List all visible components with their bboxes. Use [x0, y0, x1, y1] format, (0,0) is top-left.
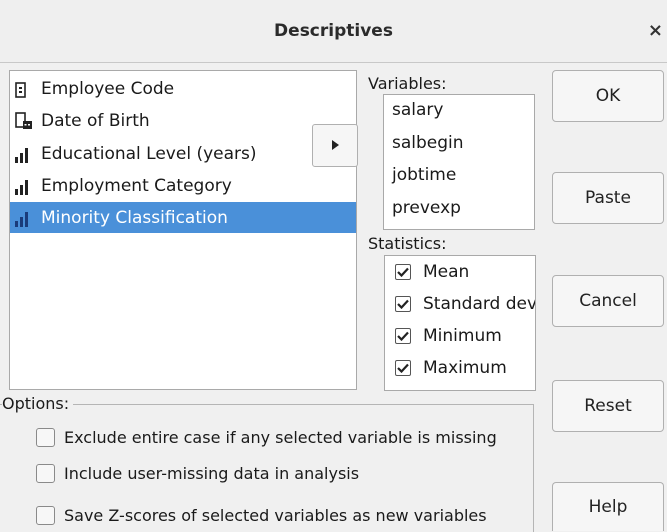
- statistics-label: Statistics:: [368, 234, 447, 253]
- help-button[interactable]: Help: [552, 482, 664, 531]
- statistic-label: Standard dev: [423, 294, 536, 314]
- statistic-label: Minimum: [423, 326, 502, 346]
- checkbox-icon[interactable]: [36, 505, 55, 525]
- statistics-list[interactable]: Mean Standard dev Minimum Maximum: [384, 255, 536, 391]
- reset-button[interactable]: Reset: [552, 380, 664, 432]
- scale-icon: [15, 145, 37, 163]
- checkbox-icon[interactable]: [36, 463, 55, 483]
- dialog-title: Descriptives: [274, 21, 393, 41]
- scale-icon: [15, 177, 37, 195]
- title-bar: Descriptives ×: [0, 0, 667, 63]
- variable-item-jobtime[interactable]: jobtime: [392, 165, 456, 185]
- source-item-label: Employment Category: [41, 175, 232, 196]
- checkbox-icon[interactable]: [36, 427, 55, 447]
- options-label: Options:: [2, 394, 74, 413]
- statistic-label: Mean: [423, 262, 470, 282]
- move-to-variables-button[interactable]: [312, 124, 358, 167]
- variable-item-salary[interactable]: salary: [392, 100, 443, 120]
- arrow-right-icon: [330, 136, 340, 155]
- statistic-mean[interactable]: Mean: [395, 258, 469, 286]
- paste-button[interactable]: Paste: [552, 172, 664, 224]
- source-item-date-of-birth[interactable]: Date of Birth: [10, 105, 356, 136]
- source-item-minority-classification[interactable]: Minority Classification: [10, 202, 356, 233]
- checkbox-checked-icon[interactable]: [395, 296, 411, 312]
- variable-item-prevexp[interactable]: prevexp: [392, 198, 461, 218]
- option-label: Include user-missing data in analysis: [64, 463, 360, 483]
- statistic-label: Maximum: [423, 358, 507, 378]
- source-item-label: Educational Level (years): [41, 143, 257, 164]
- statistic-standard-deviation[interactable]: Standard dev: [395, 290, 536, 318]
- checkbox-checked-icon[interactable]: [395, 264, 411, 280]
- option-include-user-missing[interactable]: Include user-missing data in analysis: [36, 460, 359, 486]
- option-exclude-entire-case[interactable]: Exclude entire case if any selected vari…: [36, 424, 497, 450]
- statistic-minimum[interactable]: Minimum: [395, 322, 502, 350]
- option-label: Save Z-scores of selected variables as n…: [64, 505, 487, 525]
- checkbox-checked-icon[interactable]: [395, 328, 411, 344]
- date-icon: [15, 111, 37, 130]
- statistic-maximum[interactable]: Maximum: [395, 354, 507, 382]
- string-id-icon: [15, 80, 37, 98]
- cancel-button[interactable]: Cancel: [552, 275, 664, 327]
- source-item-educational-level[interactable]: Educational Level (years): [10, 138, 356, 169]
- option-label: Exclude entire case if any selected vari…: [64, 427, 497, 447]
- source-item-employment-category[interactable]: Employment Category: [10, 170, 356, 201]
- source-item-label: Employee Code: [41, 78, 175, 99]
- ok-button[interactable]: OK: [552, 70, 664, 122]
- close-icon[interactable]: ×: [648, 20, 663, 41]
- source-item-employee-code[interactable]: Employee Code: [10, 73, 356, 104]
- variable-item-salbegin[interactable]: salbegin: [392, 133, 464, 153]
- source-item-label: Date of Birth: [41, 110, 150, 131]
- source-variable-list[interactable]: Employee Code Date of Birth Educational …: [9, 70, 357, 390]
- scale-icon: [15, 209, 37, 227]
- variables-label: Variables:: [368, 74, 447, 93]
- selected-variables-list[interactable]: salary salbegin jobtime prevexp: [383, 94, 535, 230]
- checkbox-checked-icon[interactable]: [395, 360, 411, 376]
- source-item-label: Minority Classification: [41, 207, 228, 228]
- option-save-z-scores[interactable]: Save Z-scores of selected variables as n…: [36, 502, 487, 528]
